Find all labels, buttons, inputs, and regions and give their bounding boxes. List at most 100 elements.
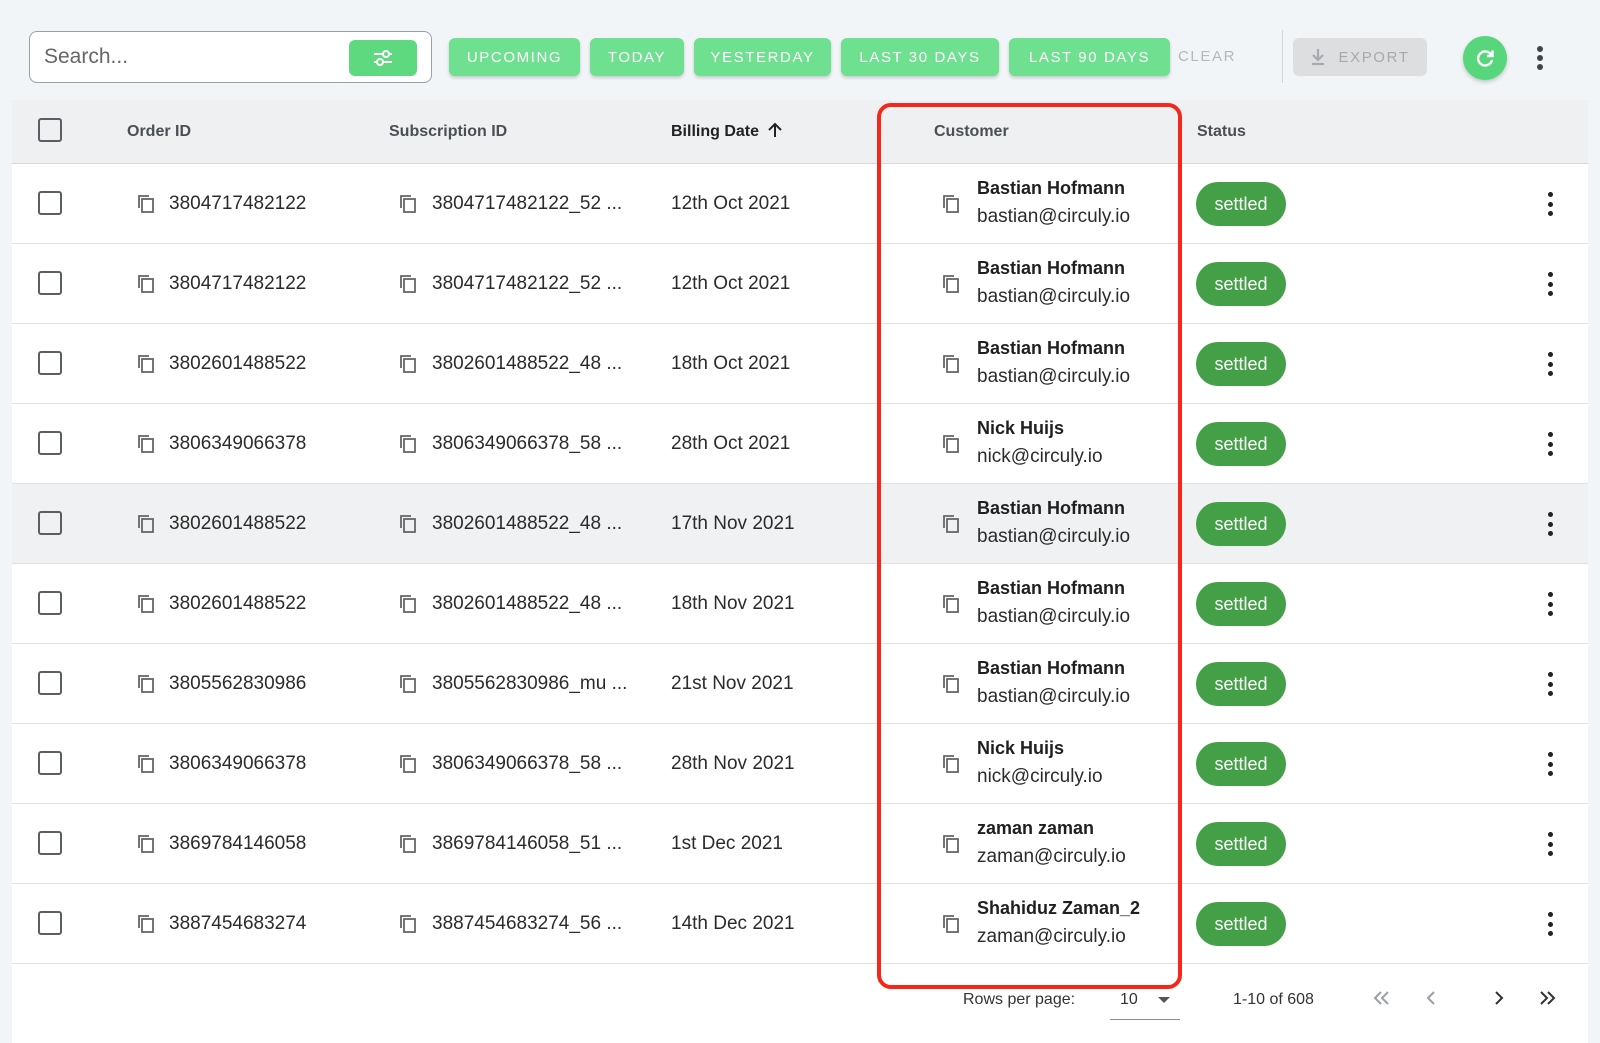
refresh-button[interactable] (1463, 36, 1507, 80)
toolbar: UPCOMING TODAY YESTERDAY LAST 30 DAYS LA… (0, 0, 1600, 98)
refresh-icon (1477, 50, 1494, 67)
status-badge: settled (1196, 822, 1286, 866)
copy-icon[interactable] (941, 673, 961, 695)
copy-icon[interactable] (941, 193, 961, 215)
copy-icon[interactable] (136, 673, 156, 695)
row-checkbox[interactable] (38, 591, 62, 615)
more-vert-icon[interactable] (1540, 910, 1560, 938)
copy-icon[interactable] (398, 593, 418, 615)
copy-icon[interactable] (136, 913, 156, 935)
billing-date: 1st Dec 2021 (671, 833, 783, 854)
copy-icon[interactable] (941, 273, 961, 295)
copy-icon[interactable] (136, 753, 156, 775)
billing-date: 28th Nov 2021 (671, 753, 795, 774)
copy-icon[interactable] (398, 913, 418, 935)
customer-email: nick@circuly.io (977, 766, 1103, 787)
row-checkbox[interactable] (38, 351, 62, 375)
billing-date: 12th Oct 2021 (671, 273, 791, 294)
table-row[interactable]: 3804717482122 3804717482122_52 ... 12th Oc… (12, 164, 1588, 244)
copy-icon[interactable] (136, 273, 156, 295)
copy-icon[interactable] (941, 513, 961, 535)
copy-icon[interactable] (941, 593, 961, 615)
copy-icon[interactable] (941, 433, 961, 455)
copy-icon[interactable] (398, 433, 418, 455)
column-header-customer[interactable]: Customer (934, 100, 1009, 164)
status-badge: settled (1196, 342, 1286, 386)
copy-icon[interactable] (398, 513, 418, 535)
copy-icon[interactable] (398, 353, 418, 375)
copy-icon[interactable] (941, 913, 961, 935)
table-header: Order ID Subscription ID Billing Date Cu… (12, 100, 1588, 164)
export-button[interactable]: EXPORT (1293, 38, 1427, 76)
last-page-button[interactable] (1531, 982, 1563, 1014)
row-checkbox[interactable] (38, 911, 62, 935)
prev-page-button[interactable] (1415, 982, 1447, 1014)
more-vert-icon[interactable] (1540, 510, 1560, 538)
copy-icon[interactable] (136, 833, 156, 855)
table-row[interactable]: 3805562830986 3805562830986_mu ... 21st No… (12, 644, 1588, 724)
copy-icon[interactable] (136, 193, 156, 215)
copy-icon[interactable] (136, 353, 156, 375)
copy-icon[interactable] (941, 753, 961, 775)
billing-date: 18th Nov 2021 (671, 593, 795, 614)
table-row[interactable]: 3802601488522 3802601488522_48 ... 18th Oc… (12, 324, 1588, 404)
filter-button[interactable] (349, 40, 417, 76)
customer-email: bastian@circuly.io (977, 526, 1131, 547)
more-vert-icon[interactable] (1540, 670, 1560, 698)
customer-name: Bastian Hofmann (977, 178, 1126, 198)
table-row[interactable]: 3802601488522 3802601488522_48 ... 17th No… (12, 484, 1588, 564)
copy-icon[interactable] (398, 193, 418, 215)
row-checkbox[interactable] (38, 191, 62, 215)
next-page-button[interactable] (1483, 982, 1515, 1014)
more-vert-icon[interactable] (1530, 42, 1550, 74)
chip-today[interactable]: TODAY (590, 38, 684, 76)
row-checkbox[interactable] (38, 511, 62, 535)
row-checkbox[interactable] (38, 831, 62, 855)
clear-button[interactable]: CLEAR (1178, 38, 1236, 76)
subscription-id: 3806349066378_58 ... (432, 433, 623, 454)
table-row[interactable]: 3806349066378 3806349066378_58 ... 28th No… (12, 724, 1588, 804)
more-vert-icon[interactable] (1540, 830, 1560, 858)
row-checkbox[interactable] (38, 751, 62, 775)
column-header-billing-date[interactable]: Billing Date (671, 100, 783, 164)
customer-name: Bastian Hofmann (977, 258, 1126, 278)
more-vert-icon[interactable] (1540, 590, 1560, 618)
table-row[interactable]: 3804717482122 3804717482122_52 ... 12th Oc… (12, 244, 1588, 324)
table-row[interactable]: 3887454683274 3887454683274_56 ... 14th De… (12, 884, 1588, 964)
chip-upcoming[interactable]: UPCOMING (449, 38, 580, 76)
column-header-order-id[interactable]: Order ID (127, 100, 191, 164)
copy-icon[interactable] (398, 833, 418, 855)
copy-icon[interactable] (398, 273, 418, 295)
copy-icon[interactable] (136, 513, 156, 535)
more-vert-icon[interactable] (1540, 270, 1560, 298)
copy-icon[interactable] (136, 593, 156, 615)
column-header-status[interactable]: Status (1197, 100, 1246, 164)
copy-icon[interactable] (136, 433, 156, 455)
copy-icon[interactable] (941, 353, 961, 375)
chip-yesterday[interactable]: YESTERDAY (694, 38, 831, 76)
search-input[interactable] (44, 43, 334, 71)
row-checkbox[interactable] (38, 271, 62, 295)
row-checkbox[interactable] (38, 671, 62, 695)
first-page-button[interactable] (1366, 982, 1398, 1014)
more-vert-icon[interactable] (1540, 750, 1560, 778)
billing-date: 18th Oct 2021 (671, 353, 791, 374)
chip-last-90-days[interactable]: LAST 90 DAYS (1009, 38, 1170, 76)
more-vert-icon[interactable] (1540, 190, 1560, 218)
column-header-subscription-id[interactable]: Subscription ID (389, 100, 507, 164)
chip-last-30-days[interactable]: LAST 30 DAYS (841, 38, 999, 76)
rows-per-page-select[interactable]: 10 (1110, 980, 1180, 1020)
select-all-checkbox[interactable] (38, 118, 62, 142)
page-range: 1-10 of 608 (1233, 991, 1314, 1008)
table-row[interactable]: 3869784146058 3869784146058_51 ... 1st Dec… (12, 804, 1588, 884)
row-checkbox[interactable] (38, 431, 62, 455)
more-vert-icon[interactable] (1540, 430, 1560, 458)
copy-icon[interactable] (398, 673, 418, 695)
copy-icon[interactable] (941, 833, 961, 855)
order-id: 3806349066378 (169, 753, 307, 774)
more-vert-icon[interactable] (1540, 350, 1560, 378)
table-row[interactable]: 3802601488522 3802601488522_48 ... 18th No… (12, 564, 1588, 644)
copy-icon[interactable] (398, 753, 418, 775)
orders-table: Order ID Subscription ID Billing Date Cu… (12, 100, 1588, 1043)
table-row[interactable]: 3806349066378 3806349066378_58 ... 28th Oc… (12, 404, 1588, 484)
